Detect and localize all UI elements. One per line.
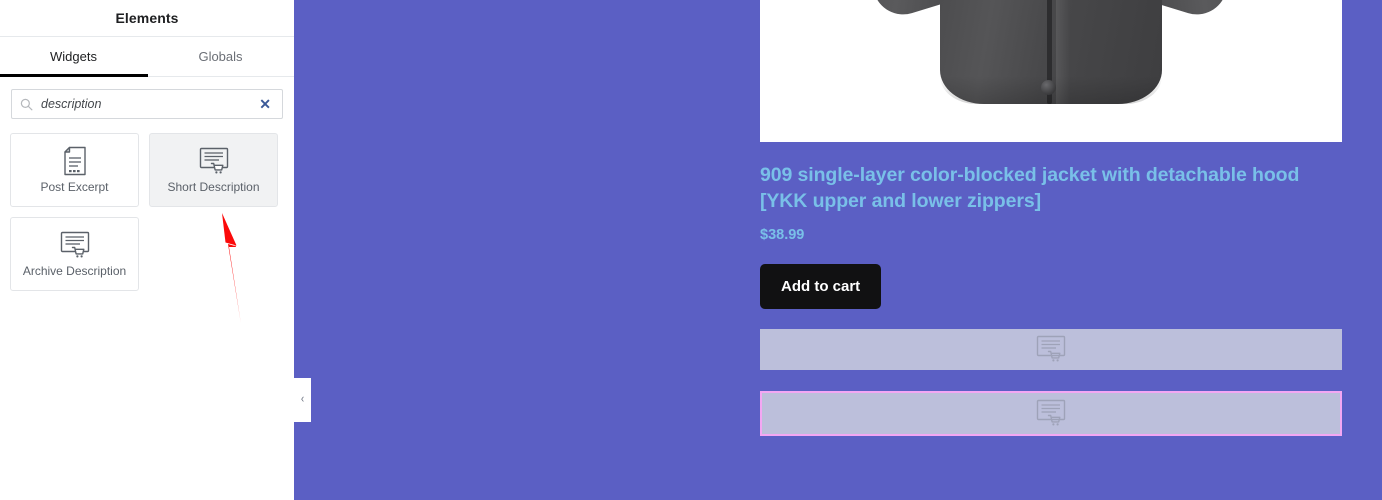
search-icon — [20, 98, 33, 110]
post-excerpt-icon — [62, 146, 88, 176]
panel-tabs: Widgets Globals — [0, 37, 294, 77]
chevron-left-icon: ‹ — [300, 393, 305, 406]
editor-canvas: 909 single-layer color-blocked jacket wi… — [294, 0, 1382, 500]
tab-globals[interactable]: Globals — [147, 37, 294, 76]
search-box[interactable]: ✕ — [11, 89, 283, 119]
tab-widgets[interactable]: Widgets — [0, 37, 148, 77]
widget-card-post-excerpt[interactable]: Post Excerpt — [10, 133, 139, 207]
search-input[interactable] — [41, 97, 258, 111]
widget-card-short-description-label: Short Description — [167, 179, 260, 194]
tab-widgets-label: Widgets — [50, 49, 97, 64]
short-description-icon — [198, 146, 230, 176]
add-to-cart-button[interactable]: Add to cart — [760, 263, 882, 309]
widget-card-archive-description-label: Archive Description — [22, 263, 127, 278]
elements-panel: Elements Widgets Globals ✕ — [0, 0, 294, 500]
widget-grid: Post Excerpt Short Description Archive D… — [0, 119, 294, 291]
product-column: 909 single-layer color-blocked jacket wi… — [760, 0, 1342, 436]
search-container: ✕ — [0, 77, 294, 119]
widget-card-post-excerpt-label: Post Excerpt — [40, 179, 109, 194]
jacket-snap-button — [1041, 80, 1056, 95]
page-title: Elements — [115, 10, 179, 26]
panel-header: Elements — [0, 0, 294, 37]
widget-placeholder-top[interactable] — [760, 328, 1342, 370]
widget-placeholder-bottom[interactable] — [760, 390, 1342, 436]
widget-card-short-description[interactable]: Short Description — [149, 133, 278, 207]
short-description-icon — [1036, 400, 1066, 426]
tab-globals-label: Globals — [198, 49, 243, 64]
product-title: 909 single-layer color-blocked jacket wi… — [760, 164, 1300, 212]
product-image — [760, 0, 1342, 142]
short-description-icon — [1036, 336, 1066, 362]
product-price: $38.99 — [760, 226, 805, 243]
clear-search-icon[interactable]: ✕ — [257, 95, 273, 113]
archive-description-icon — [59, 230, 91, 260]
panel-collapse-handle[interactable]: ‹ — [294, 378, 311, 422]
widget-card-archive-description[interactable]: Archive Description — [10, 217, 139, 291]
